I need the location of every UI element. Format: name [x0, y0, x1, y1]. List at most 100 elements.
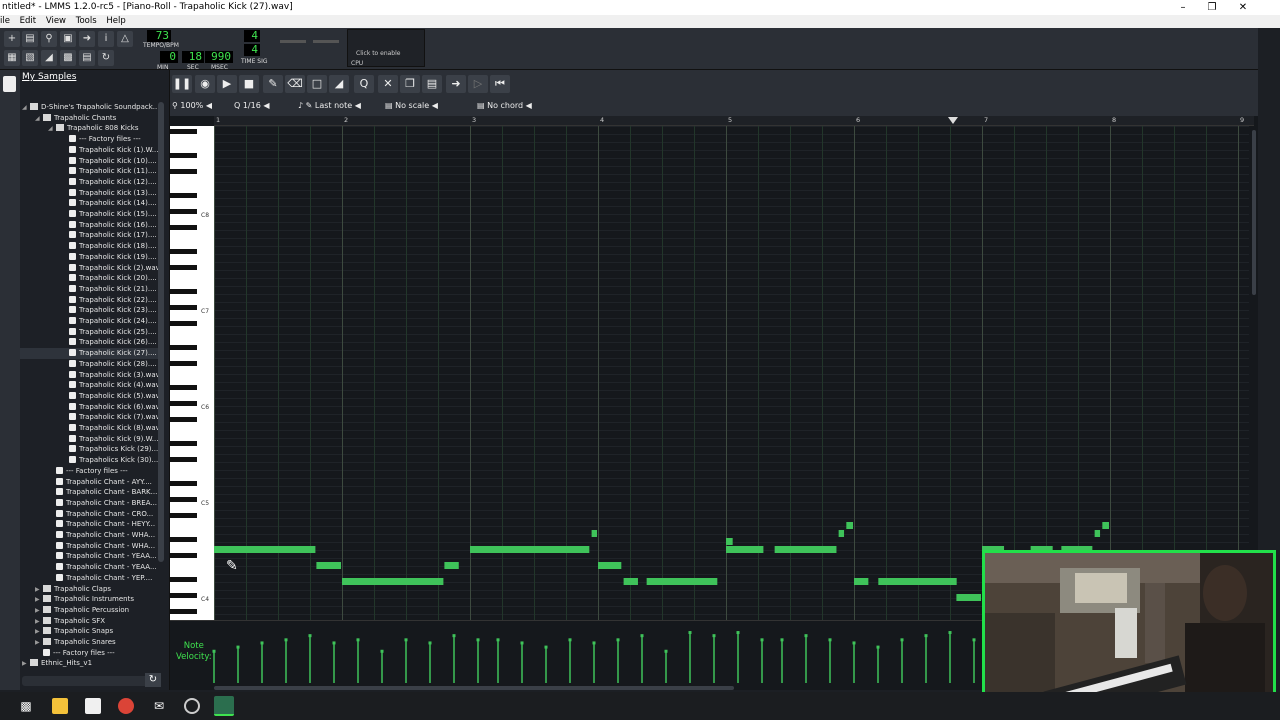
my-samples-tab-icon[interactable] — [3, 76, 16, 92]
note[interactable] — [838, 530, 845, 537]
automation-editor-icon[interactable]: ◢ — [41, 50, 57, 66]
tree-file[interactable]: Trapaholic Kick (8).wav — [20, 423, 160, 434]
tree-file[interactable]: Trapaholic Kick (2).wav — [20, 263, 160, 274]
task-view-icon[interactable]: ▩ — [18, 698, 34, 714]
black-key[interactable] — [170, 497, 197, 502]
open-project-icon[interactable]: ⚲ — [41, 31, 57, 47]
play-button[interactable]: ▶ — [217, 75, 237, 93]
tree-file[interactable]: Trapaholic Kick (12).... — [20, 177, 158, 188]
note[interactable] — [591, 530, 597, 537]
note[interactable] — [726, 538, 733, 545]
tree-file[interactable]: Trapaholic Kick (18).... — [20, 241, 158, 252]
tree-file[interactable]: Trapaholic Chant - WHA... — [20, 530, 158, 541]
tree-file[interactable]: Trapaholic Kick (6).wav — [20, 402, 160, 413]
tree-file[interactable]: Trapaholic Chant - YEP.... — [20, 573, 158, 584]
menu-view[interactable]: View — [46, 16, 66, 26]
tree-file[interactable]: Trapaholic Kick (11).... — [20, 166, 158, 177]
horizontal-scrollbar[interactable] — [214, 686, 734, 690]
cpu-meter[interactable]: Click to enable CPU — [347, 29, 425, 67]
tree-folder[interactable]: ▶ Trapaholic SFX — [20, 616, 158, 627]
note[interactable] — [1094, 530, 1101, 537]
tempo-display[interactable]: 73 — [147, 30, 171, 42]
menu-file[interactable]: ile — [0, 16, 10, 26]
tree-file[interactable]: Trapaholic Chant - BREA... — [20, 498, 158, 509]
tree-folder[interactable]: ▶ Trapaholic Claps — [20, 584, 158, 595]
black-key[interactable] — [170, 457, 197, 462]
tree-folder[interactable]: ◢ Trapaholic Chants — [20, 113, 158, 124]
menu-edit[interactable]: Edit — [20, 16, 36, 26]
note[interactable] — [598, 562, 622, 569]
tree-file[interactable]: Trapaholic Chant - YEAA... — [20, 562, 158, 573]
black-key[interactable] — [170, 417, 197, 422]
tree-file[interactable]: Trapaholic Chant - CRO... — [20, 509, 158, 520]
black-key[interactable] — [170, 305, 197, 310]
black-key[interactable] — [170, 153, 197, 158]
black-key[interactable] — [170, 609, 197, 614]
note[interactable] — [444, 562, 459, 569]
browser-scrollbar[interactable] — [158, 102, 164, 562]
black-key[interactable] — [170, 553, 197, 558]
copy-icon[interactable]: ❐ — [400, 75, 420, 93]
tree-folder[interactable]: ▶ Ethnic_Hits_v1 — [20, 658, 158, 669]
info-icon[interactable]: i — [98, 31, 114, 47]
note[interactable] — [623, 578, 638, 585]
tree-file[interactable]: Trapaholics Kick (29).... — [20, 444, 160, 455]
black-key[interactable] — [170, 361, 197, 366]
refresh-icon[interactable]: ↻ — [145, 673, 161, 687]
tree-file[interactable]: Trapaholic Kick (4).wav — [20, 380, 160, 391]
black-key[interactable] — [170, 193, 197, 198]
piano-keyboard[interactable]: C8 C7 C6 C5 C4 — [170, 126, 214, 620]
paste-icon[interactable]: ▤ — [422, 75, 442, 93]
tree-folder[interactable]: ◢ D-Shine's Trapaholic Soundpack... — [20, 102, 159, 113]
tree-file[interactable]: Trapaholic Chant - BARK... — [20, 487, 158, 498]
black-key[interactable] — [170, 593, 197, 598]
tree-file[interactable]: Trapaholic Kick (20).... — [20, 273, 158, 284]
tree-file[interactable]: Trapaholic Kick (3).wav — [20, 370, 160, 381]
lmms-icon[interactable] — [214, 696, 234, 716]
beat-editor-icon[interactable]: ▧ — [22, 50, 38, 66]
tree-file[interactable]: Trapaholic Kick (25).... — [20, 327, 158, 338]
quantize-control[interactable]: Q 1/16 ◀ — [234, 100, 270, 112]
tree-folder[interactable]: ▶ Trapaholic Percussion — [20, 605, 158, 616]
tree-file[interactable]: Trapaholic Kick (7).wav — [20, 412, 160, 423]
note[interactable] — [646, 578, 718, 585]
tree-file[interactable]: Trapaholic Kick (27).... — [20, 348, 158, 359]
note[interactable] — [878, 578, 957, 585]
timeline-ruler[interactable]: 1 2 3 4 5 6 7 8 9 — [214, 116, 1254, 126]
timesig-denominator[interactable]: 4 — [244, 44, 260, 56]
tree-file[interactable]: Trapaholic Kick (17).... — [20, 230, 158, 241]
note[interactable] — [342, 578, 444, 585]
browser-filter-input[interactable] — [22, 676, 160, 686]
tree-file[interactable]: Trapaholic Kick (23).... — [20, 305, 158, 316]
project-notes-icon[interactable]: ▤ — [79, 50, 95, 66]
tree-file[interactable]: Trapaholic Chant - YEAA... — [20, 551, 158, 562]
mail-icon[interactable]: ✉ — [151, 698, 167, 714]
tree-file[interactable]: --- Factory files --- — [20, 134, 158, 145]
black-key[interactable] — [170, 345, 197, 350]
note[interactable] — [774, 546, 823, 553]
black-key[interactable] — [170, 513, 197, 518]
note[interactable] — [726, 546, 764, 553]
tree-file[interactable]: --- Factory files --- — [20, 466, 158, 477]
tree-file[interactable]: Trapaholic Kick (24).... — [20, 316, 158, 327]
tree-file[interactable]: Trapaholic Kick (13).... — [20, 188, 158, 199]
tree-file[interactable]: Trapaholic Kick (10).... — [20, 156, 158, 167]
chord-control[interactable]: ▤ No chord ◀ — [477, 100, 532, 112]
tree-file[interactable]: Trapaholic Chant - AYY.... — [20, 477, 158, 488]
black-key[interactable] — [170, 321, 197, 326]
restore-button[interactable]: ❐ — [1197, 0, 1227, 15]
draw-mode-icon[interactable]: ✎ — [263, 75, 283, 93]
tree-file[interactable]: Trapaholic Kick (9).W... — [20, 434, 158, 445]
master-pitch-slider[interactable] — [313, 40, 339, 43]
cut-icon[interactable]: ✕ — [378, 75, 398, 93]
tree-file[interactable]: --- Factory files --- — [20, 648, 158, 659]
black-key[interactable] — [170, 441, 197, 446]
black-key[interactable] — [170, 481, 197, 486]
tree-folder[interactable]: ◢ Trapaholic 808 Kicks — [20, 123, 158, 134]
black-key[interactable] — [170, 129, 197, 134]
scale-control[interactable]: ▤ No scale ◀ — [385, 100, 438, 112]
note[interactable] — [1102, 522, 1109, 529]
vertical-scrollbar[interactable] — [1252, 130, 1256, 295]
note[interactable] — [846, 522, 853, 529]
playhead-marker[interactable] — [948, 117, 958, 124]
